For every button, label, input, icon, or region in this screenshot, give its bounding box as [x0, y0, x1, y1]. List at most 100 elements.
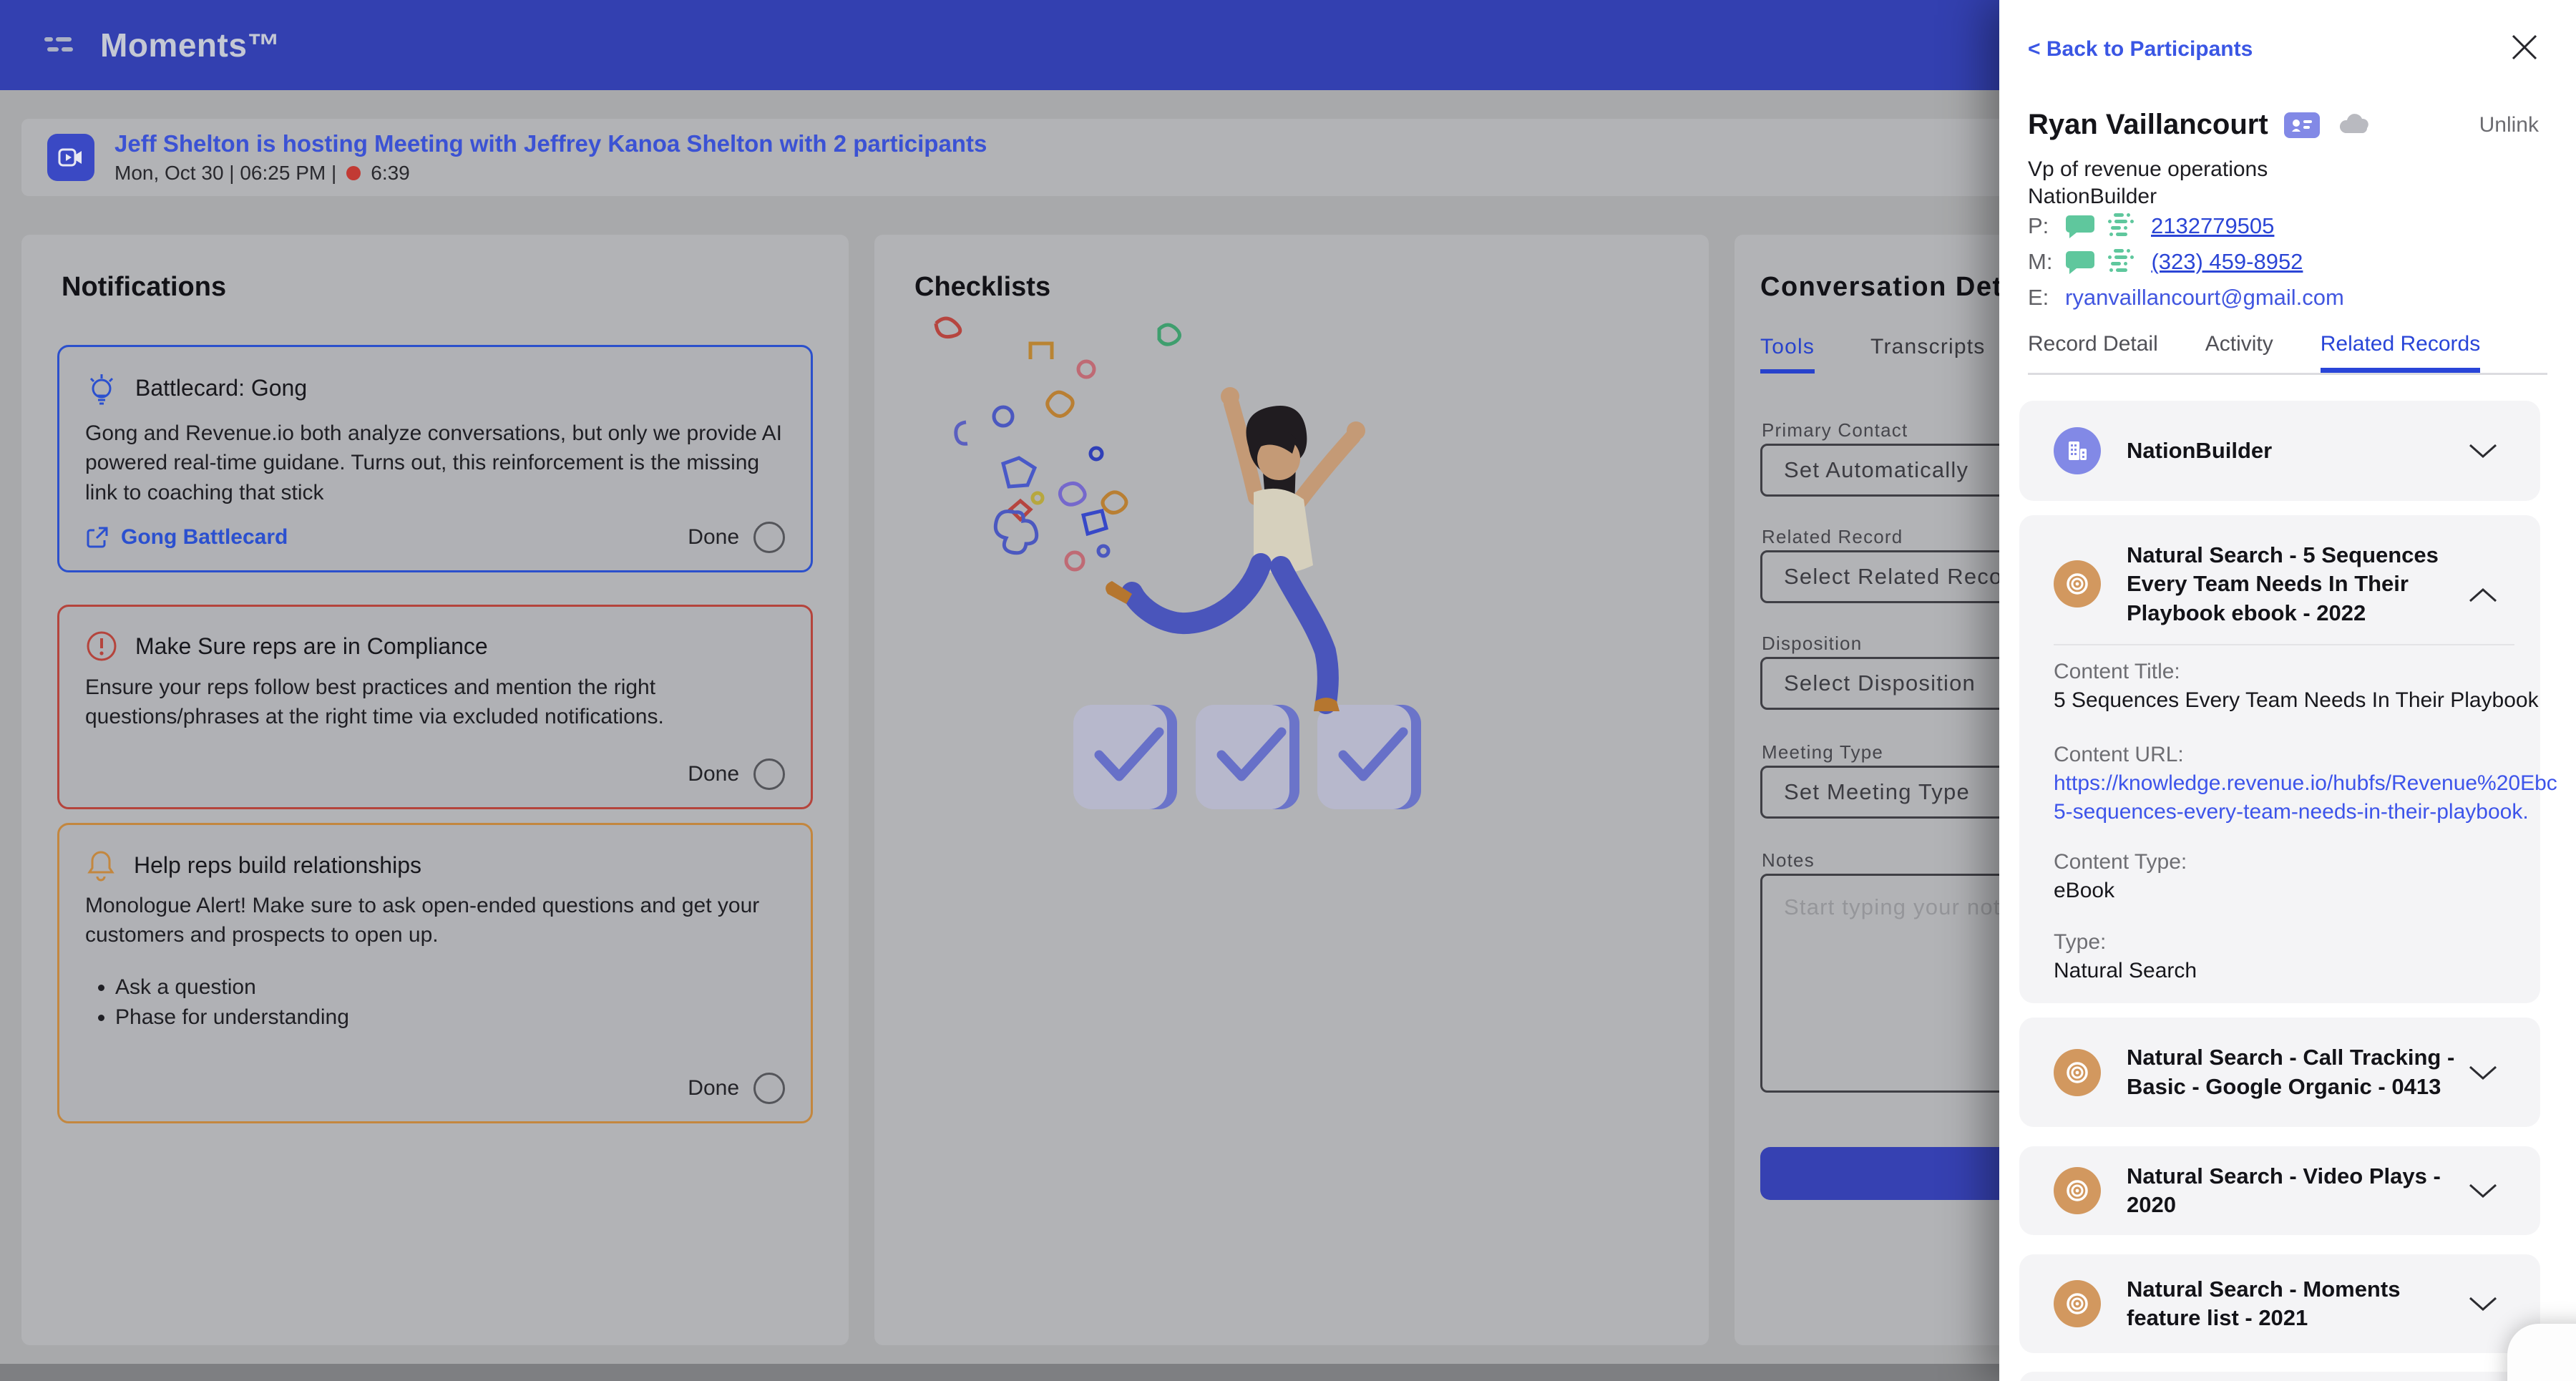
type-value: Natural Search: [2054, 959, 2197, 982]
content-url-link[interactable]: 5-sequences-every-team-needs-in-their-pl…: [2054, 800, 2529, 824]
video-meeting-icon: [47, 134, 94, 181]
cloud-icon[interactable]: [2336, 112, 2373, 139]
disposition-label: Disposition: [1762, 633, 1863, 654]
meeting-datetime: Mon, Oct 30 | 06:25 PM |: [114, 162, 337, 184]
notifications-heading: Notifications: [62, 272, 227, 302]
bell-icon: [87, 851, 114, 882]
card-divider: [2054, 644, 2514, 645]
done-control: Done: [688, 522, 785, 553]
chevron-down-icon[interactable]: [2467, 1064, 2499, 1081]
related-record-card[interactable]: Natural Search - Video Plays - 2020: [2019, 1146, 2540, 1235]
bullet-item: Phase for understanding: [115, 1005, 349, 1030]
meeting-type-label: Meeting Type: [1762, 741, 1884, 763]
done-label: Done: [688, 1076, 739, 1100]
notification-body: Ensure your reps follow best practices a…: [85, 675, 664, 729]
contact-company: NationBuilder: [2028, 185, 2157, 208]
mobile-number-link[interactable]: (323) 459-8952: [2151, 249, 2303, 275]
dialer-list-icon[interactable]: [2108, 248, 2138, 276]
notification-card-battlecard: Battlecard: Gong Gong and Revenue.io bot…: [57, 345, 813, 572]
email-row: E: ryanvaillancourt@gmail.com: [2028, 285, 2344, 311]
content-title-value: 5 Sequences Every Team Needs In Their Pl…: [2054, 688, 2539, 712]
primary-contact-label: Primary Contact: [1762, 419, 1908, 441]
notification-card-compliance: Make Sure reps are in Compliance Ensure …: [57, 605, 813, 809]
related-record-label: Related Record: [1762, 526, 1903, 547]
mobile-label: M:: [2028, 249, 2053, 274]
meeting-info: Jeff Shelton is hosting Meeting with Jef…: [114, 130, 987, 185]
back-to-participants-link[interactable]: < Back to Participants: [2028, 37, 2253, 62]
chevron-down-icon[interactable]: [2467, 442, 2499, 459]
done-checkbox[interactable]: [753, 758, 785, 790]
notification-body: Monologue Alert! Make sure to ask open-e…: [85, 894, 760, 947]
done-label: Done: [688, 525, 739, 549]
moments-logo-icon: [44, 37, 73, 52]
bullet-item: Ask a question: [115, 975, 349, 1000]
bottom-strip: [0, 1364, 1999, 1381]
alert-icon: [87, 631, 117, 661]
done-control: Done: [688, 758, 785, 790]
tab-tools[interactable]: Tools: [1760, 335, 1815, 374]
checklists-panel: Checklists: [874, 235, 1709, 1345]
meeting-duration: 6:39: [371, 162, 410, 184]
related-record-title: Natural Search - 5 Sequences Every Team …: [2127, 542, 2439, 625]
tab-related-records[interactable]: Related Records: [2320, 332, 2481, 373]
floating-widget-peek[interactable]: [2507, 1324, 2576, 1381]
app-title: Moments™: [100, 26, 280, 64]
meeting-title-link[interactable]: Jeff Shelton is hosting Meeting with Jef…: [114, 130, 987, 157]
related-record-card-partial[interactable]: [2019, 1372, 2540, 1381]
mobile-row: M: (323) 459-8952: [2028, 248, 2303, 276]
notification-title: Make Sure reps are in Compliance: [135, 633, 488, 659]
related-record-title: Natural Search - Video Plays - 2020: [2127, 1163, 2441, 1217]
contact-job-title: Vp of revenue operations: [2028, 157, 2268, 181]
done-checkbox[interactable]: [753, 1073, 785, 1104]
campaign-target-icon: [2054, 560, 2101, 608]
related-record-company-card[interactable]: NationBuilder: [2019, 401, 2540, 501]
content-url-link[interactable]: https://knowledge.revenue.io/hubfs/Reven…: [2054, 771, 2557, 796]
content-url-label: Content URL:: [2054, 743, 2184, 766]
chevron-down-icon[interactable]: [2467, 1295, 2499, 1312]
notes-label: Notes: [1762, 849, 1815, 871]
chevron-down-icon[interactable]: [2467, 1182, 2499, 1199]
related-record-card[interactable]: Natural Search - Moments feature list - …: [2019, 1254, 2540, 1353]
notifications-panel: Notifications Battlecard: Gong Gong and …: [21, 235, 849, 1345]
tabs-divider: [2028, 373, 2547, 375]
done-checkbox[interactable]: [753, 522, 785, 553]
company-icon: [2054, 427, 2101, 474]
tab-activity[interactable]: Activity: [2205, 332, 2273, 373]
chevron-up-icon[interactable]: [2467, 587, 2499, 604]
gong-battlecard-link[interactable]: Gong Battlecard: [85, 525, 288, 550]
campaign-target-icon: [2054, 1280, 2101, 1327]
checklist-celebration-illustration: [934, 316, 1421, 809]
external-link-icon: [87, 527, 108, 548]
related-record-card[interactable]: Natural Search - Call Tracking - Basic -…: [2019, 1018, 2540, 1127]
contact-name: Ryan Vaillancourt: [2028, 109, 2268, 140]
related-record-title: Natural Search - Call Tracking - Basic -…: [2127, 1045, 2455, 1099]
email-label: E:: [2028, 285, 2049, 310]
sms-icon[interactable]: [2065, 248, 2095, 275]
notification-body: Gong and Revenue.io both analyze convers…: [85, 421, 782, 504]
unlink-button[interactable]: Unlink: [2479, 113, 2539, 137]
campaign-target-icon: [2054, 1048, 2101, 1096]
contact-card-icon[interactable]: [2283, 112, 2320, 138]
email-link[interactable]: ryanvaillancourt@gmail.com: [2065, 285, 2344, 311]
sms-icon[interactable]: [2065, 213, 2095, 240]
phone-row: P: 2132779505: [2028, 212, 2274, 240]
phone-number-link[interactable]: 2132779505: [2151, 213, 2274, 239]
notification-bullets: Ask a question Phase for understanding: [115, 975, 349, 1035]
contact-name-row: Ryan Vaillancourt: [2028, 109, 2373, 141]
conversation-tabs: Tools Transcripts: [1760, 335, 1986, 374]
done-label: Done: [688, 762, 739, 786]
recording-dot-icon: [346, 166, 361, 180]
dialer-list-icon[interactable]: [2108, 212, 2138, 240]
done-control: Done: [688, 1073, 785, 1104]
type-label: Type:: [2054, 930, 2107, 954]
close-icon[interactable]: [2509, 31, 2540, 63]
notification-card-relationships: Help reps build relationships Monologue …: [57, 823, 813, 1123]
content-type-value: eBook: [2054, 879, 2115, 902]
phone-label: P:: [2028, 213, 2049, 238]
tab-record-detail[interactable]: Record Detail: [2028, 332, 2158, 373]
tab-transcripts[interactable]: Transcripts: [1870, 335, 1985, 374]
content-title-label: Content Title:: [2054, 660, 2180, 683]
lightbulb-icon: [89, 374, 114, 405]
notification-title: Help reps build relationships: [134, 851, 421, 878]
content-type-label: Content Type:: [2054, 850, 2187, 874]
